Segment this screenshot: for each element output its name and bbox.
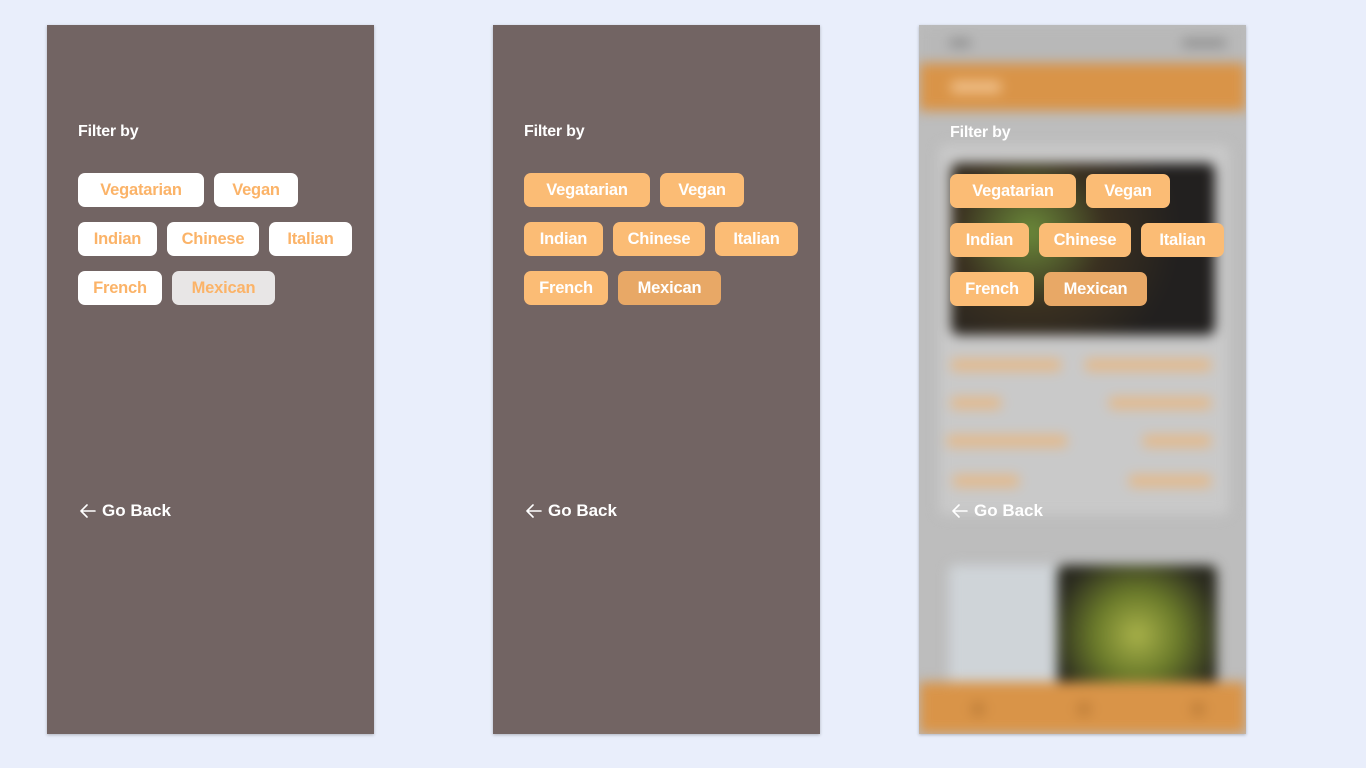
go-back-label: Go Back xyxy=(548,501,617,520)
chip-italian[interactable]: Italian xyxy=(715,222,798,256)
chip-row: Indian Chinese Italian xyxy=(524,222,814,256)
filter-overlay: Filter by Vegatarian Vegan Indian Chines… xyxy=(919,25,1246,734)
chip-mexican[interactable]: Mexican xyxy=(618,271,721,305)
go-back-button[interactable]: Go Back xyxy=(952,501,1043,521)
chip-chinese[interactable]: Chinese xyxy=(167,222,259,256)
chip-french[interactable]: French xyxy=(524,271,608,305)
chip-row: Indian Chinese Italian xyxy=(78,222,368,256)
chip-row: Vegatarian Vegan xyxy=(950,174,1240,208)
chip-italian[interactable]: Italian xyxy=(1141,223,1224,257)
chip-row: French Mexican xyxy=(524,271,814,305)
filter-title: Filter by xyxy=(524,123,585,140)
go-back-button[interactable]: Go Back xyxy=(526,501,617,521)
chip-vegan[interactable]: Vegan xyxy=(660,173,744,207)
chip-chinese[interactable]: Chinese xyxy=(1039,223,1131,257)
arrow-left-icon xyxy=(952,504,968,518)
chip-indian[interactable]: Indian xyxy=(78,222,157,256)
filter-title: Filter by xyxy=(950,124,1011,141)
go-back-label: Go Back xyxy=(102,501,171,520)
filter-chip-list: Vegatarian Vegan Indian Chinese Italian … xyxy=(950,174,1240,321)
chip-indian[interactable]: Indian xyxy=(950,223,1029,257)
arrow-left-icon xyxy=(526,504,542,518)
filter-chip-list: Vegatarian Vegan Indian Chinese Italian … xyxy=(524,173,814,320)
go-back-button[interactable]: Go Back xyxy=(80,501,171,521)
chip-row: French Mexican xyxy=(78,271,368,305)
chip-chinese[interactable]: Chinese xyxy=(613,222,705,256)
chip-vegan[interactable]: Vegan xyxy=(214,173,298,207)
chip-french[interactable]: French xyxy=(950,272,1034,306)
arrow-left-icon xyxy=(80,504,96,518)
filter-chip-list: Vegatarian Vegan Indian Chinese Italian … xyxy=(78,173,368,320)
chip-indian[interactable]: Indian xyxy=(524,222,603,256)
chip-vegan[interactable]: Vegan xyxy=(1086,174,1170,208)
chip-french[interactable]: French xyxy=(78,271,162,305)
chip-vegetarian[interactable]: Vegatarian xyxy=(950,174,1076,208)
filter-panel-selected: Filter by Vegatarian Vegan Indian Chines… xyxy=(493,25,820,734)
chip-row: French Mexican xyxy=(950,272,1240,306)
chip-vegetarian[interactable]: Vegatarian xyxy=(78,173,204,207)
filter-panel-default: Filter by Vegatarian Vegan Indian Chines… xyxy=(47,25,374,734)
chip-row: Vegatarian Vegan xyxy=(524,173,814,207)
chip-row: Vegatarian Vegan xyxy=(78,173,368,207)
filter-title: Filter by xyxy=(78,123,139,140)
chip-italian[interactable]: Italian xyxy=(269,222,352,256)
go-back-label: Go Back xyxy=(974,501,1043,520)
chip-vegetarian[interactable]: Vegatarian xyxy=(524,173,650,207)
chip-mexican[interactable]: Mexican xyxy=(1044,272,1147,306)
chip-mexican[interactable]: Mexican xyxy=(172,271,275,305)
chip-row: Indian Chinese Italian xyxy=(950,223,1240,257)
filter-panel-overlay: Filter by Vegatarian Vegan Indian Chines… xyxy=(919,25,1246,734)
